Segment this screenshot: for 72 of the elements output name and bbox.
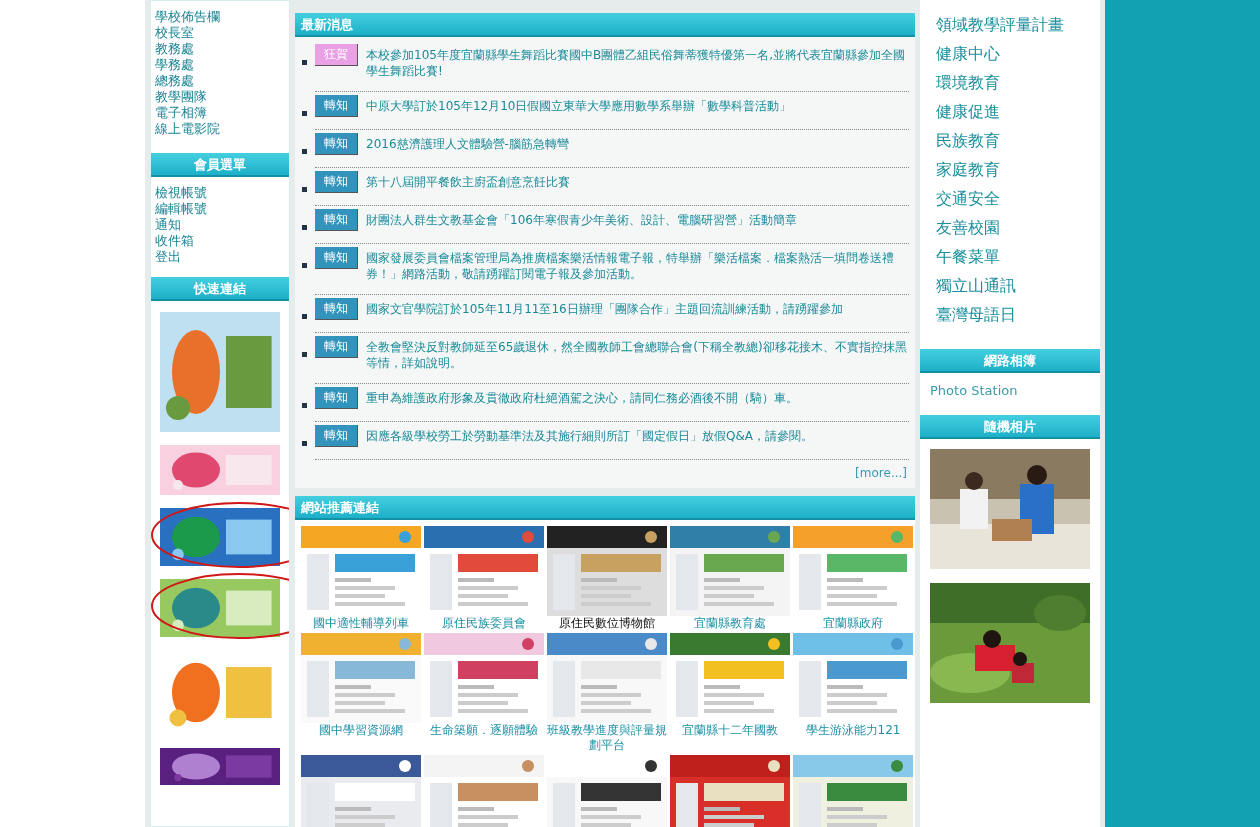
menu-link[interactable]: 電子相簿: [155, 105, 289, 121]
bullet-icon: [302, 403, 307, 408]
news-link[interactable]: 重申為維護政府形象及貫徹政府杜絕酒駕之決心，請同仁務必酒後不開（騎）車。: [366, 390, 909, 406]
menu-link[interactable]: 編輯帳號: [155, 201, 289, 217]
site-link[interactable]: 原住民族委員會: [442, 616, 526, 631]
site-link[interactable]: 國中適性輔導列車: [313, 616, 409, 631]
section-header: 網路相簿: [920, 349, 1100, 373]
news-tag: 轉知: [315, 171, 358, 193]
menu-link[interactable]: 教學團隊: [155, 89, 289, 105]
bullet-icon: [302, 263, 307, 268]
site-link[interactable]: 學生游泳能力121: [805, 723, 901, 738]
menu-link[interactable]: 民族教育: [936, 126, 1100, 155]
menu-link[interactable]: 交通安全: [936, 184, 1100, 213]
news-tag: 轉知: [315, 247, 358, 269]
menu-link[interactable]: 友善校園: [936, 213, 1100, 242]
site-link[interactable]: 宜蘭縣政府: [823, 616, 883, 631]
news-tag: 轉知: [315, 209, 358, 231]
album-link[interactable]: Photo Station: [930, 381, 1100, 401]
news-link[interactable]: 全教會堅決反對教師延至65歲退休，然全國教師工會總聯合會(下稱全教總)卻移花接木、不實指控抹黑等情，詳如說明。: [366, 339, 909, 371]
site-link[interactable]: 生命築願．逐願體驗: [430, 723, 538, 738]
menu-link[interactable]: 午餐菜單: [936, 242, 1100, 271]
menu-link[interactable]: 收件箱: [155, 233, 289, 249]
site-link[interactable]: 國中學習資源網: [319, 723, 403, 738]
news-tag: 轉知: [315, 425, 358, 447]
news-link[interactable]: 國家發展委員會檔案管理局為推廣檔案樂活情報電子報，特舉辦「樂活檔案．檔案熱活一填問卷送禮券！」網路活動，敬請踴躍訂閱電子報及參加活動。: [366, 250, 909, 282]
site-link[interactable]: 原住民數位博物館: [559, 616, 655, 631]
site-link[interactable]: 宜蘭縣教育處: [694, 616, 766, 631]
news-tag: 狂賀: [315, 44, 358, 66]
menu-link[interactable]: 教務處: [155, 41, 289, 57]
menu-link[interactable]: 健康促進: [936, 97, 1100, 126]
more-link[interactable]: [more...]: [301, 460, 909, 486]
menu-link[interactable]: 通知: [155, 217, 289, 233]
site-link[interactable]: 班級教學進度與評量規劃平台: [547, 723, 667, 753]
menu-link[interactable]: 線上電影院: [155, 121, 289, 137]
menu-link[interactable]: 總務處: [155, 73, 289, 89]
section-header: 最新消息: [295, 13, 915, 37]
menu-link[interactable]: 學務處: [155, 57, 289, 73]
bullet-icon: [302, 441, 307, 446]
bullet-icon: [302, 314, 307, 319]
menu-link[interactable]: 獨立山通訊: [936, 271, 1100, 300]
menu-link[interactable]: 檢視帳號: [155, 185, 289, 201]
section-header: 快速連結: [151, 277, 289, 301]
menu-link[interactable]: 環境教育: [936, 68, 1100, 97]
menu-link[interactable]: 登出: [155, 249, 289, 265]
news-tag: 轉知: [315, 336, 358, 358]
news-link[interactable]: 因應各級學校勞工於勞動基準法及其施行細則所訂「國定假日」放假Q&A，請參閱。: [366, 428, 909, 444]
menu-link[interactable]: 健康中心: [936, 39, 1100, 68]
news-tag: 轉知: [315, 298, 358, 320]
bullet-icon: [302, 225, 307, 230]
news-link[interactable]: 第十八屆開平餐飲主廚盃創意烹飪比賽: [366, 174, 909, 190]
news-tag: 轉知: [315, 95, 358, 117]
news-link[interactable]: 國家文官學院訂於105年11月11至16日辦理「團隊合作」主題回流訓練活動，請踴躍參加: [366, 301, 909, 317]
news-link[interactable]: 中原大學訂於105年12月10日假國立東華大學應用數學系舉辦「數學科普活動」: [366, 98, 909, 114]
bullet-icon: [302, 149, 307, 154]
news-tag: 轉知: [315, 387, 358, 409]
menu-link[interactable]: 臺灣母語日: [936, 300, 1100, 329]
section-header: 隨機相片: [920, 415, 1100, 439]
news-link[interactable]: 財團法人群生文教基金會「106年寒假青少年美術、設計、電腦研習營」活動簡章: [366, 212, 909, 228]
site-link[interactable]: 宜蘭縣十二年國教: [682, 723, 778, 738]
bullet-icon: [302, 60, 307, 65]
bullet-icon: [302, 352, 307, 357]
bullet-icon: [302, 187, 307, 192]
menu-link[interactable]: 校長室: [155, 25, 289, 41]
menu-link[interactable]: 家庭教育: [936, 155, 1100, 184]
news-link[interactable]: 本校參加105年度宜蘭縣學生舞蹈比賽國中B團體乙組民俗舞蒂獲特優第一名,並將代表宜蘭縣參加全國學生舞蹈比賽!: [366, 47, 909, 79]
menu-link[interactable]: 學校佈告欄: [155, 9, 289, 25]
bullet-icon: [302, 111, 307, 116]
news-tag: 轉知: [315, 133, 358, 155]
section-header: 會員選單: [151, 153, 289, 177]
menu-link[interactable]: 領域教學評量計畫: [936, 10, 1100, 39]
section-header: 網站推薦連結: [295, 496, 915, 520]
news-link[interactable]: 2016慈濟護理人文體驗營-腦筋急轉彎: [366, 136, 909, 152]
